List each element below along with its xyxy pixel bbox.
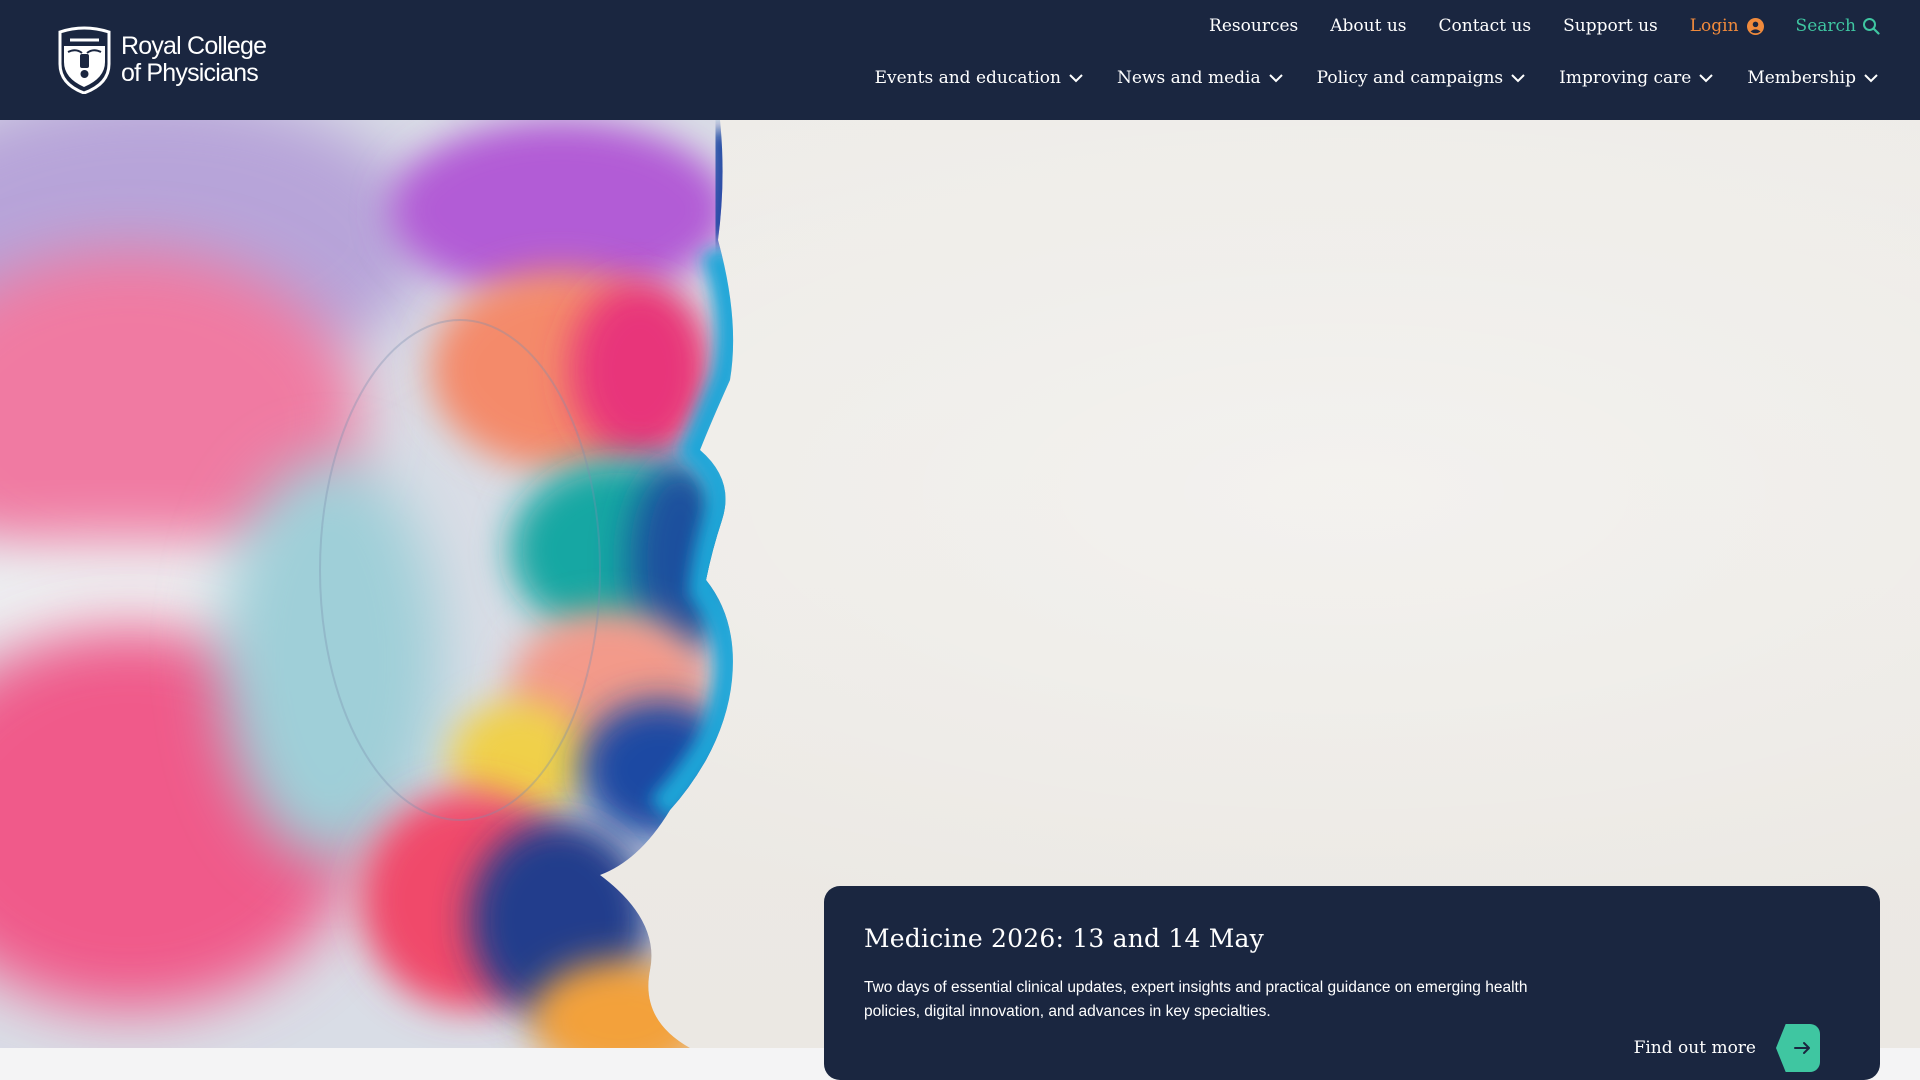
utility-nav: Resources About us Contact us Support us… [1209, 16, 1880, 36]
user-icon [1746, 17, 1764, 35]
hero-watercolor-face-image [0, 120, 734, 1048]
nav-label: Membership [1747, 68, 1856, 88]
promo-title: Medicine 2026: 13 and 14 May [864, 924, 1264, 953]
cta-arrow-button[interactable] [1776, 1024, 1820, 1072]
chevron-down-icon [1069, 73, 1083, 82]
search-icon [1863, 18, 1880, 35]
chevron-down-icon [1511, 73, 1525, 82]
nav-label: News and media [1116, 68, 1261, 88]
crest-icon [58, 26, 111, 94]
main-nav: Events and education News and media Poli… [875, 68, 1878, 88]
logo-line-2: of Physicians [121, 59, 259, 87]
login-label: Login [1689, 16, 1739, 36]
find-out-more-link[interactable]: Find out more [1634, 1024, 1820, 1072]
contact-link[interactable]: Contact us [1439, 16, 1532, 36]
search-label: Search [1795, 16, 1856, 36]
nav-label: Events and education [874, 68, 1061, 88]
nav-label: Improving care [1559, 68, 1692, 88]
about-link[interactable]: About us [1330, 16, 1406, 36]
promo-card: Medicine 2026: 13 and 14 May Two days of… [824, 886, 1880, 1080]
resources-link[interactable]: Resources [1209, 16, 1298, 36]
nav-policy-campaigns[interactable]: Policy and campaigns [1317, 68, 1526, 88]
logo-link[interactable]: Royal College of Physicians [56, 26, 267, 94]
site-header: Royal College of Physicians Resources Ab… [0, 0, 1920, 120]
search-button[interactable]: Search [1796, 16, 1880, 36]
logo-wordmark: Royal College of Physicians [121, 32, 267, 87]
logo-line-1: Royal College [121, 32, 267, 60]
promo-description: Two days of essential clinical updates, … [864, 979, 1528, 1020]
nav-improving-care[interactable]: Improving care [1559, 68, 1714, 88]
login-button[interactable]: Login [1690, 16, 1764, 36]
chevron-down-icon [1864, 73, 1878, 82]
chevron-down-icon [1699, 73, 1714, 82]
find-out-more-label: Find out more [1633, 1038, 1756, 1058]
nav-events-education[interactable]: Events and education [875, 68, 1083, 88]
chevron-down-icon [1268, 73, 1283, 82]
nav-membership[interactable]: Membership [1747, 68, 1878, 88]
nav-label: Policy and campaigns [1316, 68, 1504, 88]
nav-news-media[interactable]: News and media [1117, 68, 1283, 88]
arrow-right-icon [1794, 1042, 1810, 1054]
support-link[interactable]: Support us [1563, 16, 1658, 36]
